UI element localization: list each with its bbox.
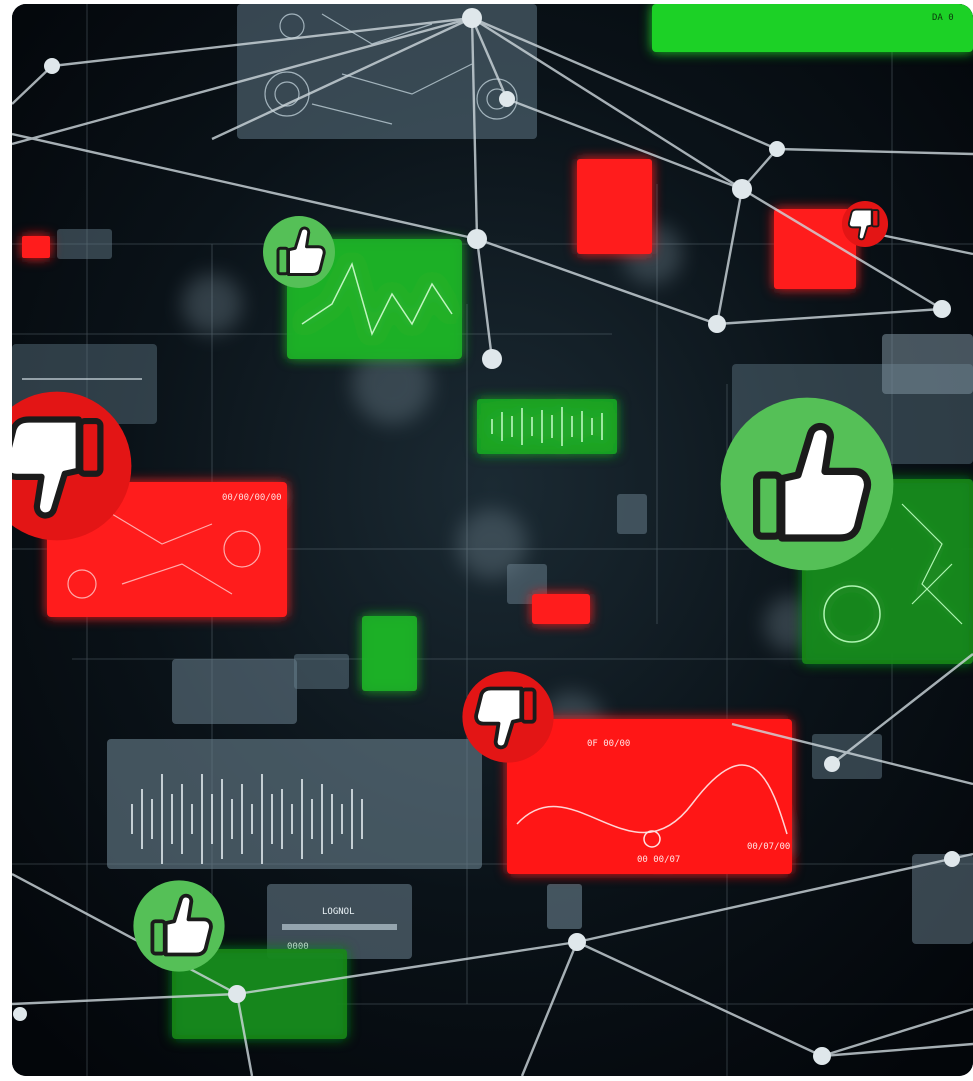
thumbs-up-icon (263, 216, 335, 288)
thumbs-up-icon (133, 880, 225, 972)
grey-panel-title: LOGNOL (322, 907, 355, 917)
hero-image: LOGNOL 0000 DA 0 00/00/00/00 0F 00/00 00… (12, 4, 973, 1076)
green-panel-label: DA 0 (932, 13, 954, 23)
thumbs-down-icon (462, 671, 554, 763)
thumbs-down-icon (841, 200, 889, 248)
red-panel-bottom-center: 00 00/07 (637, 855, 680, 865)
red-panel-left-header: 00/00/00/00 (222, 493, 282, 503)
red-panel-bottom-right: 00/07/00 (747, 842, 790, 852)
red-panel-bottom-header: 0F 00/00 (587, 739, 630, 749)
thumbs-up-icon (720, 397, 894, 571)
